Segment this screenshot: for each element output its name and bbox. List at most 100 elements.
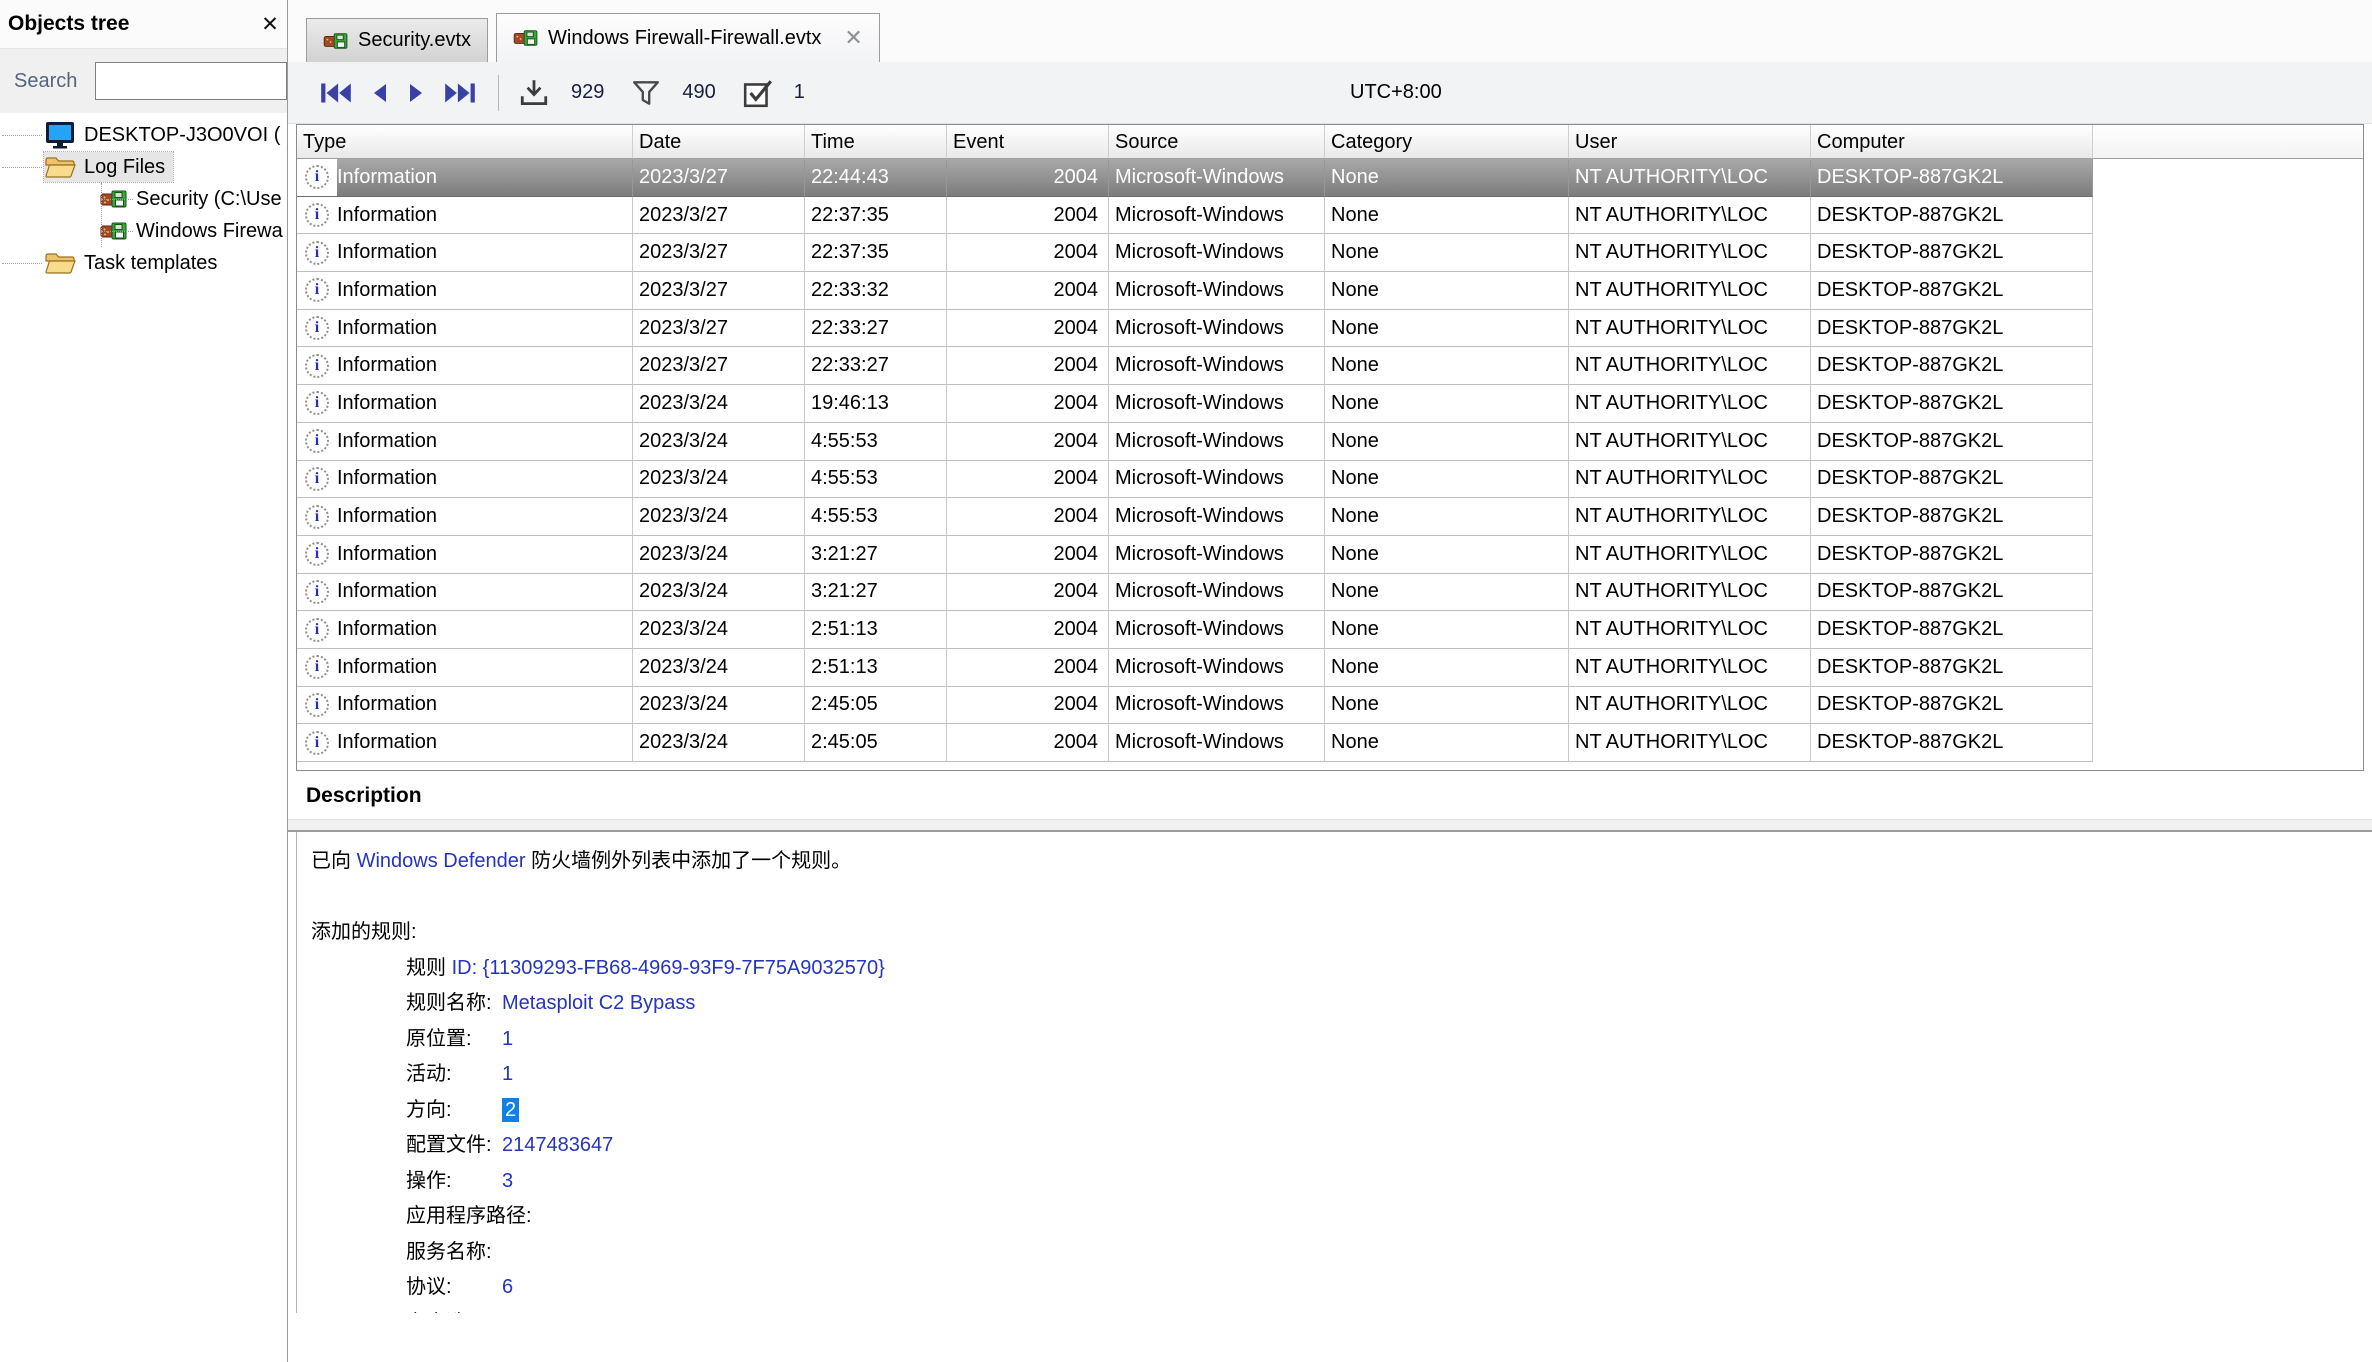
previous-record-button[interactable] bbox=[366, 80, 392, 106]
table-row[interactable]: iInformation2023/3/242:51:132004Microsof… bbox=[297, 649, 2363, 687]
tab-windows-firewall-evtx[interactable]: Windows Firewall-Firewall.evtx ✕ bbox=[496, 13, 880, 62]
information-icon: i bbox=[297, 310, 337, 347]
cell-event: 2004 bbox=[947, 272, 1109, 310]
table-row[interactable]: iInformation2023/3/2419:46:132004Microso… bbox=[297, 385, 2363, 423]
column-header-category[interactable]: Category bbox=[1325, 125, 1569, 159]
cell-event: 2004 bbox=[947, 724, 1109, 762]
description-line: 规则名称: Metasploit C2 Bypass bbox=[406, 986, 2372, 1022]
tab-security-evtx[interactable]: Security.evtx bbox=[306, 18, 488, 62]
cell-user: NT AUTHORITY\LOC bbox=[1569, 498, 1811, 536]
cell-type-label: Information bbox=[337, 580, 437, 603]
last-record-button[interactable] bbox=[442, 80, 478, 106]
cell-type-label: Information bbox=[337, 618, 437, 641]
column-header-source[interactable]: Source bbox=[1109, 125, 1325, 159]
loaded-events-icon[interactable] bbox=[517, 77, 551, 109]
cell-category: None bbox=[1325, 310, 1569, 348]
cell-time: 3:21:27 bbox=[805, 574, 947, 612]
cell-computer: DESKTOP-887GK2L bbox=[1811, 498, 2093, 536]
log-file-icon bbox=[513, 28, 539, 48]
column-header-date[interactable]: Date bbox=[633, 125, 805, 159]
cell-date: 2023/3/24 bbox=[633, 385, 805, 423]
table-row[interactable]: iInformation2023/3/2722:33:272004Microso… bbox=[297, 347, 2363, 385]
cell-date: 2023/3/27 bbox=[633, 159, 805, 197]
cell-user: NT AUTHORITY\LOC bbox=[1569, 724, 1811, 762]
cell-type-label: Information bbox=[337, 656, 437, 679]
description-body[interactable]: 已向 Windows Defender 防火墙例外列表中添加了一个规则。 添加的… bbox=[296, 832, 2372, 1313]
cell-type-label: Information bbox=[337, 731, 437, 754]
information-icon: i bbox=[297, 385, 337, 422]
tab-label: Windows Firewall-Firewall.evtx bbox=[548, 27, 821, 50]
cell-category: None bbox=[1325, 272, 1569, 310]
checked-events-icon[interactable] bbox=[742, 77, 774, 109]
cell-category: None bbox=[1325, 347, 1569, 385]
close-tab-icon[interactable]: ✕ bbox=[844, 25, 862, 51]
cell-source: Microsoft-Windows bbox=[1109, 611, 1325, 649]
tree-item-security-log[interactable]: Security (C:\Use bbox=[0, 183, 287, 215]
tree-item-log-files[interactable]: Log Files bbox=[0, 151, 287, 183]
cell-computer: DESKTOP-887GK2L bbox=[1811, 687, 2093, 725]
column-header-user[interactable]: User bbox=[1569, 125, 1811, 159]
column-header-type[interactable]: Type bbox=[297, 125, 633, 159]
table-row[interactable]: iInformation2023/3/242:45:052004Microsof… bbox=[297, 687, 2363, 725]
filter-icon[interactable] bbox=[630, 78, 662, 108]
cell-type: iInformation bbox=[297, 197, 633, 235]
information-icon: i bbox=[297, 724, 337, 761]
table-row[interactable]: iInformation2023/3/2722:33:322004Microso… bbox=[297, 272, 2363, 310]
cell-category: None bbox=[1325, 498, 1569, 536]
table-row[interactable]: iInformation2023/3/244:55:532004Microsof… bbox=[297, 498, 2363, 536]
description-segment: 活动: bbox=[406, 1063, 502, 1085]
info-glyph: i bbox=[305, 693, 329, 717]
cell-time: 2:51:13 bbox=[805, 611, 947, 649]
table-row[interactable]: iInformation2023/3/243:21:272004Microsof… bbox=[297, 574, 2363, 612]
cell-user: NT AUTHORITY\LOC bbox=[1569, 574, 1811, 612]
tree-item-firewall-log[interactable]: Windows Firewa bbox=[0, 215, 287, 247]
table-row[interactable]: iInformation2023/3/242:45:052004Microsof… bbox=[297, 724, 2363, 762]
close-panel-icon[interactable]: ✕ bbox=[253, 12, 287, 37]
tree-item-computer[interactable]: DESKTOP-J3O0VOI ( bbox=[0, 119, 287, 151]
table-row[interactable]: iInformation2023/3/2722:33:272004Microso… bbox=[297, 310, 2363, 348]
cell-time: 4:55:53 bbox=[805, 498, 947, 536]
cell-date: 2023/3/24 bbox=[633, 423, 805, 461]
event-log-explorer-window: Objects tree ✕ Search DESKTOP-J3O0VOI ( bbox=[0, 0, 2372, 1362]
information-icon: i bbox=[297, 347, 337, 384]
column-header-event[interactable]: Event bbox=[947, 125, 1109, 159]
cell-category: None bbox=[1325, 724, 1569, 762]
table-row[interactable]: iInformation2023/3/242:51:132004Microsof… bbox=[297, 611, 2363, 649]
next-record-button[interactable] bbox=[404, 80, 430, 106]
tree-search-row: Search bbox=[0, 48, 287, 113]
cell-type: iInformation bbox=[297, 498, 633, 536]
cell-date: 2023/3/24 bbox=[633, 687, 805, 725]
first-record-button[interactable] bbox=[318, 80, 354, 106]
description-line: 配置文件: 2147483647 bbox=[406, 1128, 2372, 1164]
description-title: Description bbox=[288, 771, 2372, 819]
cell-computer: DESKTOP-887GK2L bbox=[1811, 536, 2093, 574]
cell-date: 2023/3/24 bbox=[633, 649, 805, 687]
description-line: 方向: 2 bbox=[406, 1093, 2372, 1129]
table-row[interactable]: iInformation2023/3/2722:37:352004Microso… bbox=[297, 234, 2363, 272]
table-row[interactable]: iInformation2023/3/244:55:532004Microsof… bbox=[297, 461, 2363, 499]
tree-connector bbox=[101, 231, 133, 232]
description-line: 应用程序路径: bbox=[406, 1199, 2372, 1235]
cell-event: 2004 bbox=[947, 649, 1109, 687]
table-row[interactable]: iInformation2023/3/2722:37:352004Microso… bbox=[297, 197, 2363, 235]
column-header-computer[interactable]: Computer bbox=[1811, 125, 2093, 159]
cell-event: 2004 bbox=[947, 234, 1109, 272]
table-row[interactable]: iInformation2023/3/243:21:272004Microsof… bbox=[297, 536, 2363, 574]
cell-computer: DESKTOP-887GK2L bbox=[1811, 649, 2093, 687]
cell-time: 22:37:35 bbox=[805, 234, 947, 272]
pane-splitter[interactable] bbox=[288, 819, 2372, 832]
table-row[interactable]: iInformation2023/3/244:55:532004Microsof… bbox=[297, 423, 2363, 461]
search-input[interactable] bbox=[95, 62, 287, 100]
cell-type-label: Information bbox=[337, 430, 437, 453]
cell-source: Microsoft-Windows bbox=[1109, 197, 1325, 235]
cell-computer: DESKTOP-887GK2L bbox=[1811, 574, 2093, 612]
column-header-time[interactable]: Time bbox=[805, 125, 947, 159]
cell-computer: DESKTOP-887GK2L bbox=[1811, 234, 2093, 272]
tree-item-label: Windows Firewa bbox=[136, 220, 283, 243]
cell-date: 2023/3/24 bbox=[633, 724, 805, 762]
description-segment: 3 bbox=[502, 1170, 513, 1192]
cell-time: 2:45:05 bbox=[805, 724, 947, 762]
information-icon: i bbox=[297, 649, 337, 686]
table-row[interactable]: iInformation2023/3/2722:44:432004Microso… bbox=[297, 159, 2363, 197]
tree-item-task-templates[interactable]: Task templates bbox=[0, 247, 287, 279]
